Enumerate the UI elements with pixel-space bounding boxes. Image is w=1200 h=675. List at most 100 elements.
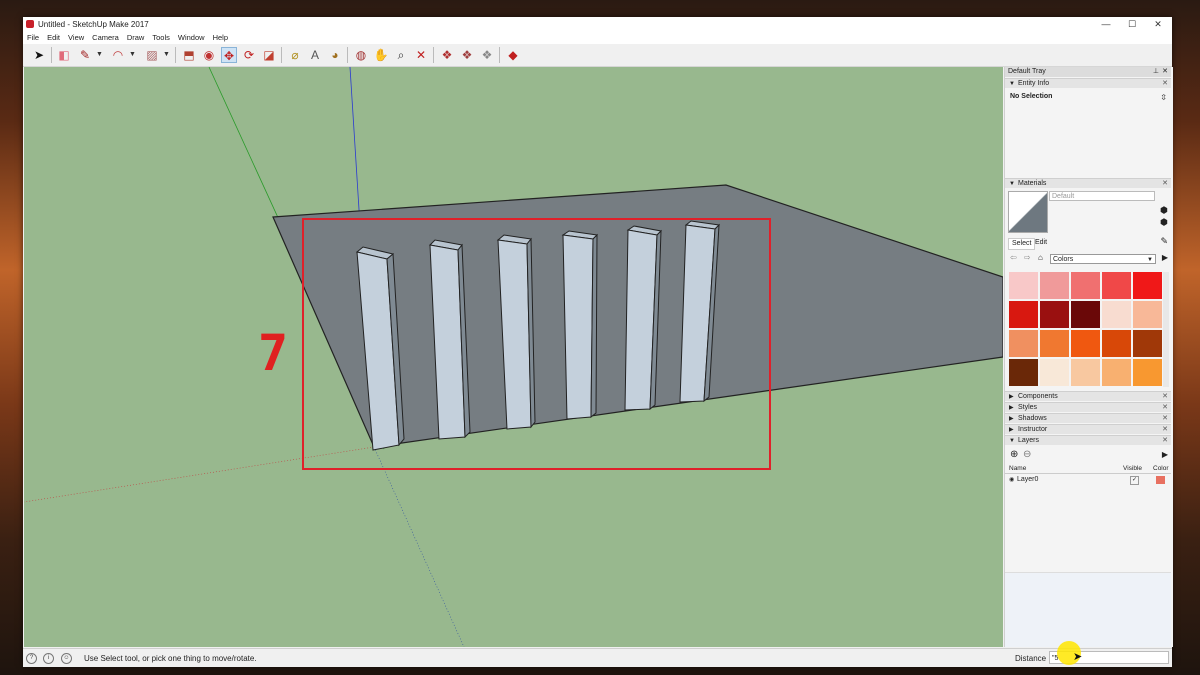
menu-draw[interactable]: Draw — [123, 32, 149, 44]
rectangle-tool-icon[interactable]: ▨ — [144, 47, 160, 63]
close-icon[interactable]: ✕ — [1162, 414, 1168, 424]
color-swatch[interactable] — [1009, 359, 1038, 386]
pan-tool-icon[interactable]: ✋ — [373, 47, 389, 63]
library-select[interactable]: Colors ▼ — [1050, 254, 1156, 264]
close-icon[interactable]: ✕ — [1162, 425, 1168, 435]
menu-camera[interactable]: Camera — [88, 32, 123, 44]
material-name-field[interactable]: Default — [1049, 191, 1155, 201]
warehouse-icon[interactable]: ❖ — [439, 47, 455, 63]
color-swatch[interactable] — [1102, 359, 1131, 386]
materials-header[interactable]: ▼ Materials ✕ — [1005, 178, 1171, 188]
layer-row[interactable]: ◉ Layer0 ✓ — [1005, 475, 1171, 485]
menu-tools[interactable]: Tools — [148, 32, 174, 44]
rotate-tool-icon[interactable]: ⟳ — [241, 47, 257, 63]
text-tool-icon[interactable]: A — [307, 47, 323, 63]
arc-tool-icon[interactable]: ◠ — [110, 47, 126, 63]
active-layer-radio[interactable]: ◉ — [1009, 475, 1014, 485]
layer-color-swatch[interactable] — [1156, 476, 1165, 484]
color-swatch[interactable] — [1071, 301, 1100, 328]
close-icon[interactable]: ✕ — [1162, 79, 1168, 89]
color-swatch[interactable] — [1102, 330, 1131, 357]
tab-edit[interactable]: Edit — [1035, 238, 1047, 248]
add-layer-icon[interactable]: ⊕ — [1010, 449, 1018, 460]
layer-visible-checkbox[interactable]: ✓ — [1130, 476, 1139, 485]
back-arrow-icon[interactable]: ⇦ — [1010, 253, 1017, 262]
selection-label: No Selection — [1010, 93, 1053, 100]
maximize-button[interactable]: ☐ — [1119, 18, 1145, 31]
zoom-extents-tool-icon[interactable]: ✕ — [413, 47, 429, 63]
select-tool-icon[interactable]: ➤ — [31, 47, 47, 63]
tray-header: Default Tray ⊥ ✕ — [1005, 67, 1171, 77]
scale-tool-icon[interactable]: ◪ — [261, 47, 277, 63]
zoom-tool-icon[interactable]: ⌕ — [393, 47, 409, 63]
library-select-value: Colors — [1053, 256, 1074, 263]
entity-info-toggle-icon[interactable]: ⇳ — [1160, 93, 1167, 102]
layers-header[interactable]: ▼ Layers ✕ — [1005, 435, 1171, 445]
layer-details-icon[interactable]: ▶ — [1162, 450, 1168, 459]
color-swatch[interactable] — [1040, 301, 1069, 328]
tape-measure-tool-icon[interactable]: ⌀ — [287, 47, 303, 63]
push-pull-tool-icon[interactable]: ⬒ — [181, 47, 197, 63]
offset-tool-icon[interactable]: ◉ — [201, 47, 217, 63]
color-swatch[interactable] — [1009, 330, 1038, 357]
entity-info-header[interactable]: ▼ Entity Info ✕ — [1005, 78, 1171, 88]
sample-paint-icon[interactable]: ⬢ — [1160, 217, 1168, 228]
close-icon[interactable]: ✕ — [1162, 392, 1168, 402]
close-button[interactable]: ✕ — [1145, 18, 1171, 31]
remove-layer-icon[interactable]: ⊖ — [1023, 449, 1031, 460]
color-swatch[interactable] — [1071, 272, 1100, 299]
create-material-icon[interactable]: ⬢ — [1160, 205, 1168, 216]
color-swatch[interactable] — [1102, 272, 1131, 299]
line-tool-icon[interactable]: ✎ — [77, 47, 93, 63]
pin-icon[interactable]: ⊥ — [1153, 67, 1159, 77]
geo-location-icon[interactable]: ? — [26, 653, 37, 664]
eraser-tool-icon[interactable]: ◧ — [56, 47, 72, 63]
menu-window[interactable]: Window — [174, 32, 209, 44]
color-swatch[interactable] — [1133, 359, 1162, 386]
rectangle-dropdown-icon[interactable]: ▼ — [163, 47, 170, 63]
menu-edit[interactable]: Edit — [43, 32, 64, 44]
tray-footer-area — [1005, 572, 1171, 647]
user-account-icon[interactable]: ☺ — [61, 653, 72, 664]
move-tool-icon[interactable]: ✥ — [221, 47, 237, 63]
menu-file[interactable]: File — [23, 32, 43, 44]
color-swatch[interactable] — [1040, 272, 1069, 299]
color-swatch[interactable] — [1133, 330, 1162, 357]
minimize-button[interactable]: — — [1093, 18, 1119, 31]
menu-bar: File Edit View Camera Draw Tools Window Help — [23, 32, 1172, 44]
menu-view[interactable]: View — [64, 32, 88, 44]
eyedropper-icon[interactable]: ✎ — [1160, 236, 1168, 247]
color-swatch[interactable] — [1040, 330, 1069, 357]
forward-arrow-icon[interactable]: ⇨ — [1024, 253, 1031, 262]
close-icon[interactable]: ✕ — [1162, 179, 1168, 189]
color-swatch[interactable] — [1133, 272, 1162, 299]
credits-icon[interactable]: i — [43, 653, 54, 664]
extension-warehouse-icon[interactable]: ❖ — [479, 47, 495, 63]
color-swatch[interactable] — [1102, 301, 1131, 328]
home-icon[interactable]: ⌂ — [1038, 253, 1043, 262]
share-model-icon[interactable]: ❖ — [459, 47, 475, 63]
color-swatch[interactable] — [1071, 330, 1100, 357]
styles-header[interactable]: ▶ Styles ✕ — [1005, 402, 1171, 412]
color-swatch[interactable] — [1133, 301, 1162, 328]
color-swatch[interactable] — [1009, 272, 1038, 299]
color-swatch[interactable] — [1071, 359, 1100, 386]
color-swatch[interactable] — [1009, 301, 1038, 328]
close-icon[interactable]: ✕ — [1162, 436, 1168, 446]
shadows-header[interactable]: ▶ Shadows ✕ — [1005, 413, 1171, 423]
color-swatch[interactable] — [1040, 359, 1069, 386]
paint-bucket-tool-icon[interactable]: ◕ — [327, 47, 343, 63]
close-icon[interactable]: ✕ — [1162, 403, 1168, 413]
tab-select[interactable]: Select — [1008, 238, 1036, 250]
instructor-header[interactable]: ▶ Instructor ✕ — [1005, 424, 1171, 434]
ruby-extension-icon[interactable]: ◆ — [505, 47, 521, 63]
line-dropdown-icon[interactable]: ▼ — [96, 47, 103, 63]
menu-help[interactable]: Help — [209, 32, 232, 44]
swatch-scrollbar[interactable] — [1163, 272, 1169, 387]
model-viewport[interactable]: 7 — [24, 67, 1003, 647]
details-arrow-icon[interactable]: ▶ — [1162, 253, 1168, 262]
orbit-tool-icon[interactable]: ◍ — [353, 47, 369, 63]
components-header[interactable]: ▶ Components ✕ — [1005, 391, 1171, 401]
tray-close-icon[interactable]: ✕ — [1162, 67, 1168, 77]
arc-dropdown-icon[interactable]: ▼ — [129, 47, 136, 63]
